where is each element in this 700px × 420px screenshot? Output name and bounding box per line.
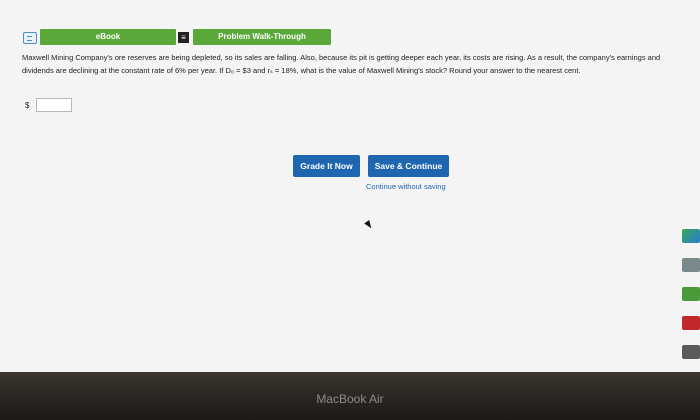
dock-app-icon-5[interactable] xyxy=(682,345,700,359)
ebook-icon xyxy=(23,32,37,44)
dock-app-icon-3[interactable] xyxy=(682,287,700,301)
currency-symbol: $ xyxy=(25,100,30,110)
problem-walkthrough-button[interactable]: Problem Walk-Through xyxy=(193,29,331,45)
answer-row: $ xyxy=(25,98,73,112)
device-brand-label: MacBook Air xyxy=(316,392,384,406)
save-continue-button[interactable]: Save & Continue xyxy=(368,155,449,177)
dock-app-icon-4[interactable] xyxy=(682,316,700,330)
answer-input[interactable] xyxy=(36,98,73,112)
question-text: Maxwell Mining Company's ore reserves ar… xyxy=(22,53,661,75)
dock-app-icon-1[interactable] xyxy=(682,229,700,243)
browser-screen: eBook ≡ Problem Walk-Through Maxwell Min… xyxy=(0,0,700,372)
ebook-button[interactable]: eBook xyxy=(40,29,176,45)
walkthrough-icon: ≡ xyxy=(178,32,189,43)
continue-without-saving-link[interactable]: Continue without saving xyxy=(366,182,446,191)
dock-app-icon-2[interactable] xyxy=(682,258,700,272)
grade-it-now-button[interactable]: Grade It Now xyxy=(293,155,360,177)
cursor-icon xyxy=(364,220,374,230)
